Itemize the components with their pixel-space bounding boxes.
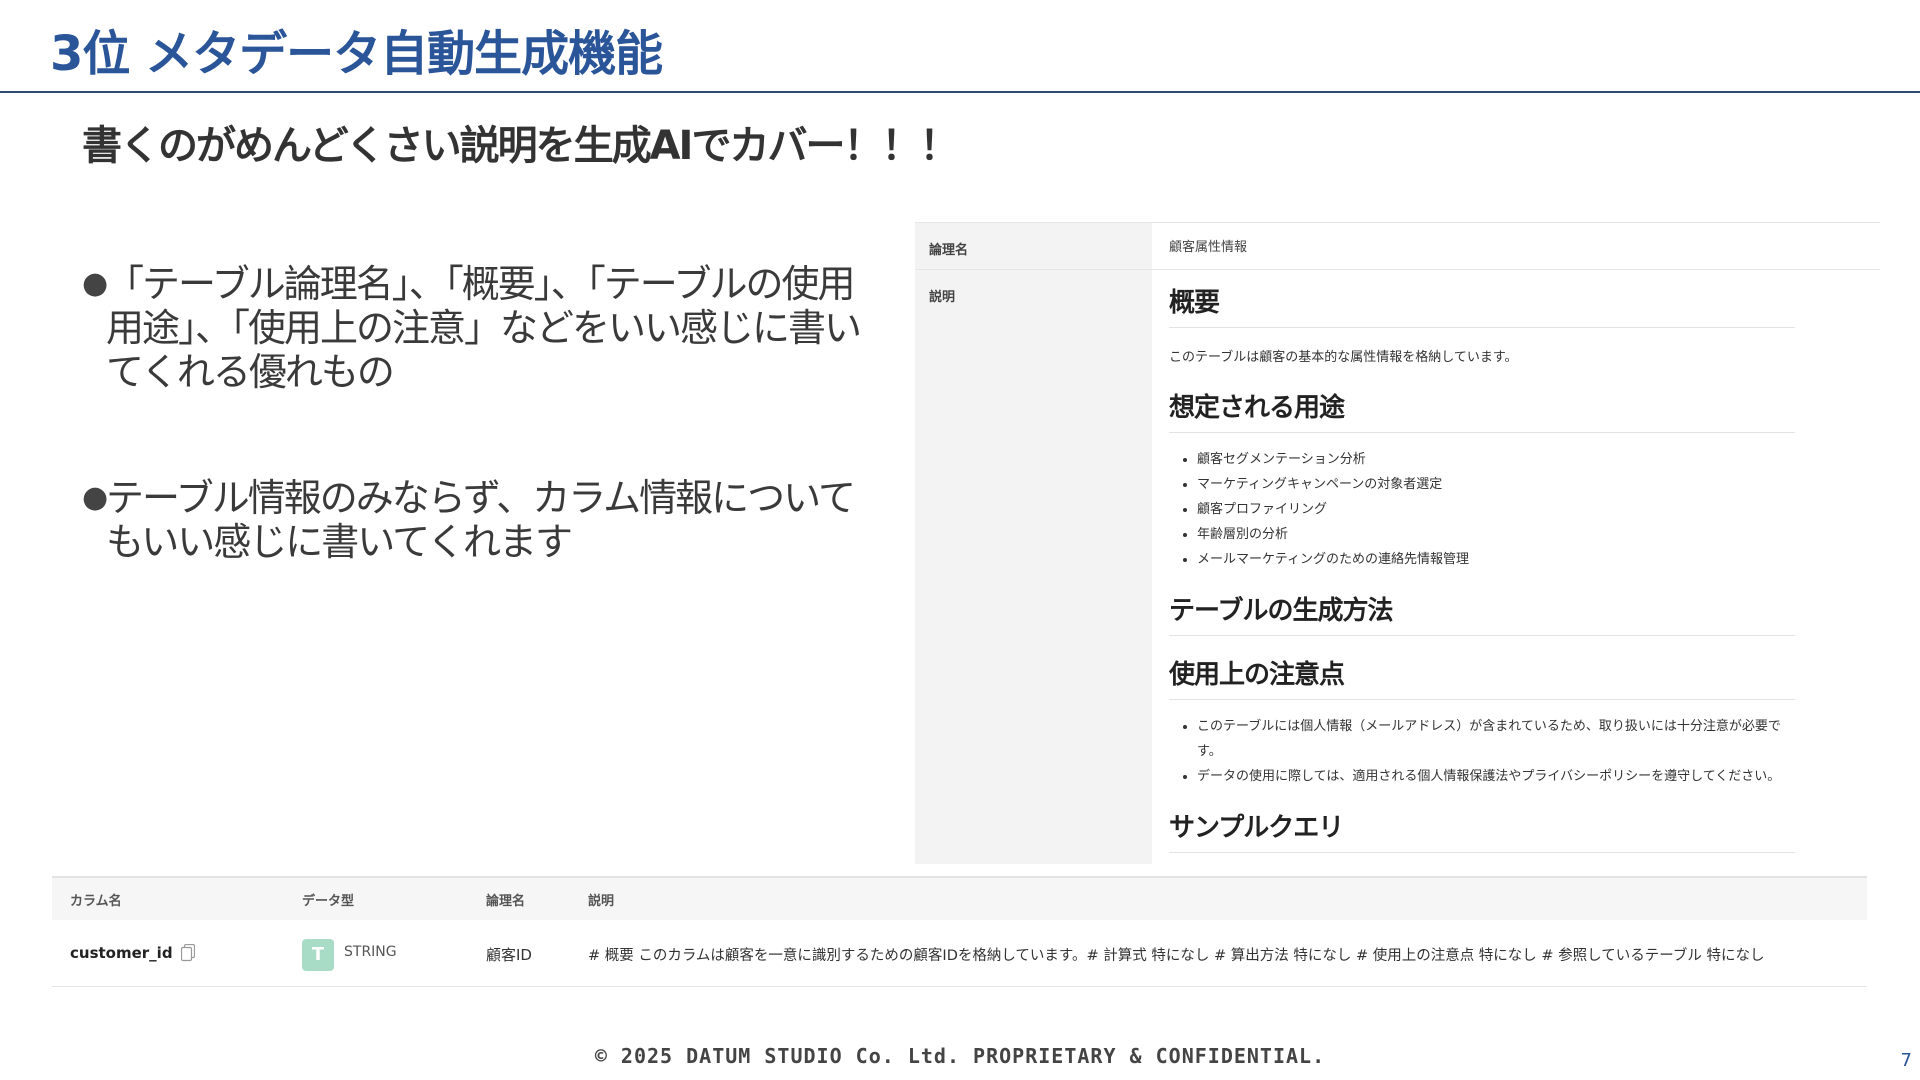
bullet-list: ● 「テーブル論理名」、「概要」、「テーブルの使用用途」、「使用上の注意」などを… xyxy=(80,262,880,646)
column-name-cell: customer_id xyxy=(70,944,173,962)
usage-item: マーケティングキャンペーンの対象者選定 xyxy=(1197,472,1795,497)
table-row: customer_id T STRING 顧客ID # 概要 このカラムは顧客を… xyxy=(52,920,1867,987)
logical-name-value: 顧客属性情報 xyxy=(1169,240,1248,255)
column-table-header: カラム名 データ型 論理名 説明 xyxy=(52,876,1867,920)
usage-item: 顧客プロファイリング xyxy=(1197,497,1795,522)
data-type-cell: STRING xyxy=(344,944,397,960)
string-type-icon: T xyxy=(302,939,334,971)
caution-item: このテーブルには個人情報（メールアドレス）が含まれているため、取り扱いには十分注… xyxy=(1197,714,1795,764)
bullet-dot-icon: ● xyxy=(82,480,108,515)
metadata-divider xyxy=(915,269,1880,270)
description-label: 説明 xyxy=(929,290,956,305)
usage-item: メールマーケティングのための連絡先情報管理 xyxy=(1197,547,1795,572)
logical-name-label: 論理名 xyxy=(929,243,969,258)
table-metadata-panel: 論理名 顧客属性情報 説明 概要 このテーブルは顧客の基本的な属性情報を格納して… xyxy=(915,222,1880,864)
copy-icon[interactable] xyxy=(181,944,195,962)
description-cell: # 概要 このカラムは顧客を一意に識別するための顧客IDを格納しています。# 計… xyxy=(588,948,1765,964)
bullet-dot-icon: ● xyxy=(82,266,108,301)
caution-heading: 使用上の注意点 xyxy=(1169,654,1795,700)
usage-item: 年齢層別の分析 xyxy=(1197,522,1795,547)
header-description: 説明 xyxy=(588,894,615,909)
header-logical-name: 論理名 xyxy=(486,894,526,909)
slide-title: 3位 メタデータ自動生成機能 xyxy=(50,26,663,82)
footer-copyright: © 2025 DATUM STUDIO Co. Ltd. PROPRIETARY… xyxy=(594,1044,1326,1068)
caution-list: このテーブルには個人情報（メールアドレス）が含まれているため、取り扱いには十分注… xyxy=(1169,714,1795,789)
overview-text: このテーブルは顧客の基本的な属性情報を格納しています。 xyxy=(1169,350,1518,365)
header-column-name: カラム名 xyxy=(70,894,122,909)
usage-item: 顧客セグメンテーション分析 xyxy=(1197,447,1795,472)
page-number: 7 xyxy=(1900,1050,1912,1071)
header-data-type: データ型 xyxy=(302,894,355,909)
bullet-text: テーブル情報のみならず、カラム情報についてもいい感じに書いてくれます xyxy=(106,476,856,564)
column-table: カラム名 データ型 論理名 説明 customer_id T STRING 顧客… xyxy=(52,876,1867,987)
caution-item: データの使用に際しては、適用される個人情報保護法やプライバシーポリシーを遵守して… xyxy=(1197,764,1795,789)
generation-heading: テーブルの生成方法 xyxy=(1169,590,1795,636)
bullet-text: 「テーブル論理名」、「概要」、「テーブルの使用用途」、「使用上の注意」などをいい… xyxy=(106,262,862,394)
metadata-divider xyxy=(915,222,1880,223)
description-content: 概要 このテーブルは顧客の基本的な属性情報を格納しています。 想定される用途 顧… xyxy=(1169,282,1795,864)
bullet-item: ● テーブル情報のみならず、カラム情報についてもいい感じに書いてくれます xyxy=(80,476,880,564)
title-divider xyxy=(0,91,1920,93)
bullet-item: ● 「テーブル論理名」、「概要」、「テーブルの使用用途」、「使用上の注意」などを… xyxy=(80,262,880,394)
usage-list: 顧客セグメンテーション分析 マーケティングキャンペーンの対象者選定 顧客プロファ… xyxy=(1169,447,1795,572)
slide-subtitle: 書くのがめんどくさい説明を生成AIでカバー！！！ xyxy=(82,123,959,169)
overview-heading: 概要 xyxy=(1169,282,1795,328)
sample-query-heading: サンプルクエリ xyxy=(1169,807,1795,853)
usage-heading: 想定される用途 xyxy=(1169,387,1795,433)
metadata-label-column xyxy=(915,222,1152,864)
logical-name-cell: 顧客ID xyxy=(486,946,532,964)
